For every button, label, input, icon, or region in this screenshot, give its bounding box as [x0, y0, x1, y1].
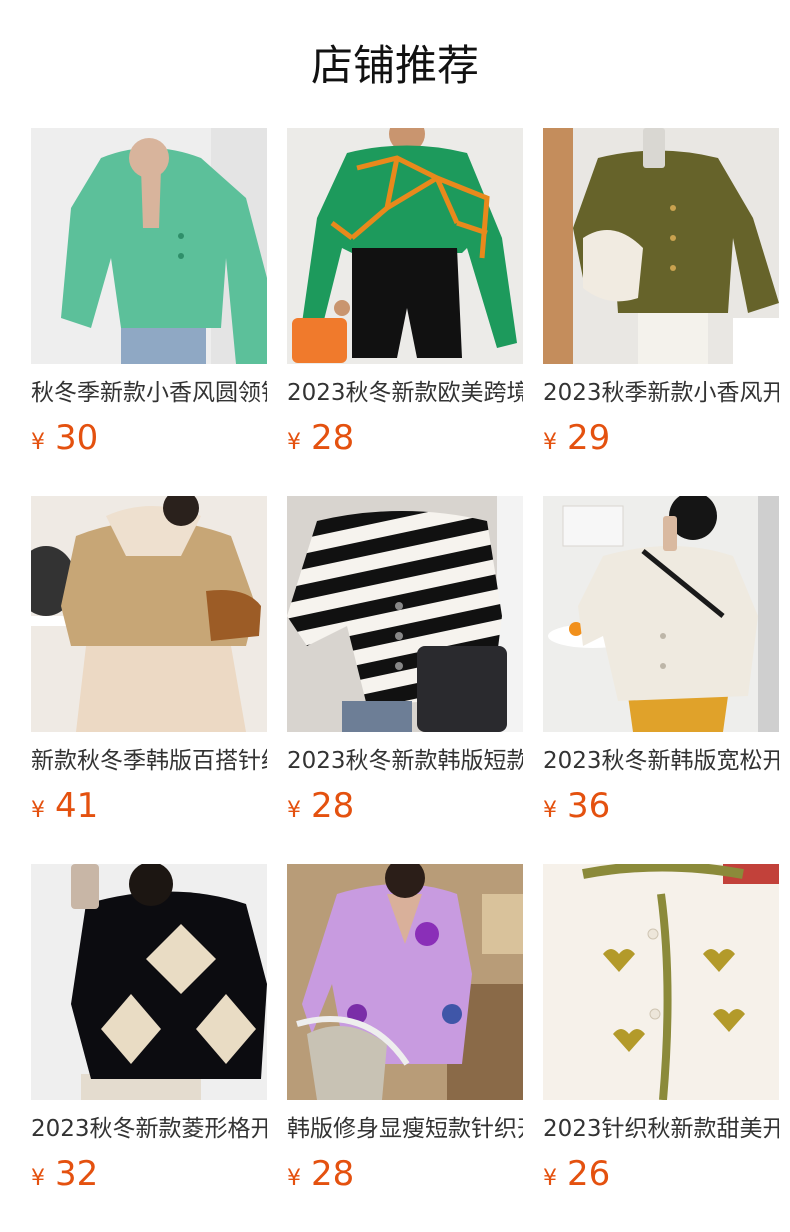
product-image[interactable] — [31, 496, 267, 732]
price-amount: 28 — [311, 418, 355, 458]
currency-symbol: ¥ — [31, 798, 45, 823]
product-image[interactable] — [543, 864, 779, 1100]
product-image[interactable] — [287, 496, 523, 732]
product-name: 2023秋冬新款菱形格开衫 — [31, 1116, 267, 1142]
product-name: 2023秋季新款小香风开衫 — [543, 380, 779, 406]
price-amount: 36 — [567, 786, 611, 826]
product-image[interactable] — [31, 864, 267, 1100]
product-card[interactable]: 2023针织秋新款甜美开衫 ¥ 26 — [543, 864, 779, 1232]
price-amount: 32 — [55, 1154, 99, 1194]
product-price: ¥ 41 — [31, 786, 98, 826]
product-price: ¥ 26 — [543, 1154, 610, 1194]
currency-symbol: ¥ — [31, 1166, 45, 1191]
product-name: 2023秋冬新款韩版短款开衫 — [287, 748, 523, 774]
currency-symbol: ¥ — [287, 430, 301, 455]
product-name: 韩版修身显瘦短款针织开衫 — [287, 1116, 523, 1142]
currency-symbol: ¥ — [31, 430, 45, 455]
product-price: ¥ 28 — [287, 786, 354, 826]
product-price: ¥ 30 — [31, 418, 98, 458]
product-image[interactable] — [31, 128, 267, 364]
currency-symbol: ¥ — [543, 430, 557, 455]
product-name: 新款秋冬季韩版百搭针织开衫 — [31, 748, 267, 774]
price-amount: 28 — [311, 786, 355, 826]
product-price: ¥ 32 — [31, 1154, 98, 1194]
product-price: ¥ 36 — [543, 786, 610, 826]
product-price: ¥ 29 — [543, 418, 610, 458]
product-name: 秋冬季新款小香风圆领针织开衫 — [31, 380, 267, 406]
section-title: 店铺推荐 — [310, 41, 479, 90]
product-card[interactable]: 2023秋冬新韩版宽松开衫 ¥ 36 — [543, 496, 779, 864]
price-amount: 26 — [567, 1154, 611, 1194]
product-card[interactable]: 秋冬季新款小香风圆领针织开衫 ¥ 30 — [31, 128, 267, 496]
product-image[interactable] — [287, 128, 523, 364]
product-card[interactable]: 韩版修身显瘦短款针织开衫 ¥ 28 — [287, 864, 523, 1232]
currency-symbol: ¥ — [287, 798, 301, 823]
price-amount: 41 — [55, 786, 99, 826]
currency-symbol: ¥ — [287, 1166, 301, 1191]
product-price: ¥ 28 — [287, 1154, 354, 1194]
product-card[interactable]: 2023秋冬新款欧美跨境几何毛衣 ¥ 28 — [287, 128, 523, 496]
product-image[interactable] — [543, 128, 779, 364]
product-card[interactable]: 2023秋冬新款韩版短款开衫 ¥ 28 — [287, 496, 523, 864]
product-card[interactable]: 新款秋冬季韩版百搭针织开衫 ¥ 41 — [31, 496, 267, 864]
price-amount: 28 — [311, 1154, 355, 1194]
currency-symbol: ¥ — [543, 1166, 557, 1191]
product-card[interactable]: 2023秋季新款小香风开衫 ¥ 29 — [543, 128, 779, 496]
product-image[interactable] — [287, 864, 523, 1100]
product-grid: 秋冬季新款小香风圆领针织开衫 ¥ 30 2023秋冬新款欧美跨境几何毛衣 — [31, 128, 779, 1232]
currency-symbol: ¥ — [543, 798, 557, 823]
price-amount: 29 — [567, 418, 611, 458]
price-amount: 30 — [55, 418, 99, 458]
store-recommendations-page: 店铺推荐 秋冬季新款小香风圆领针织开衫 ¥ 30 — [0, 0, 790, 1232]
product-card[interactable]: 2023秋冬新款菱形格开衫 ¥ 32 — [31, 864, 267, 1232]
product-image[interactable] — [543, 496, 779, 732]
product-name: 2023针织秋新款甜美开衫 — [543, 1116, 779, 1142]
product-name: 2023秋冬新款欧美跨境几何毛衣 — [287, 380, 523, 406]
product-name: 2023秋冬新韩版宽松开衫 — [543, 748, 779, 774]
product-price: ¥ 28 — [287, 418, 354, 458]
